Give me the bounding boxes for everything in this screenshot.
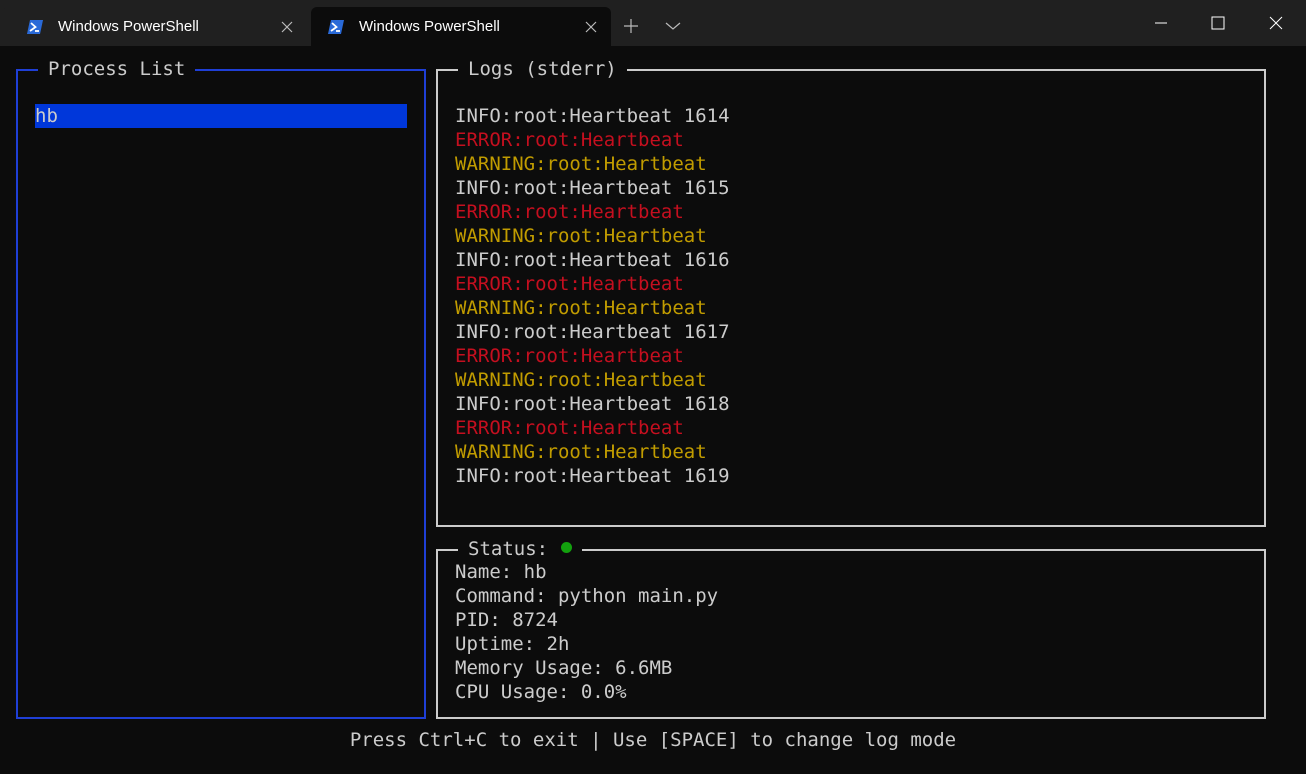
tab-close-icon[interactable] [571, 12, 611, 42]
powershell-icon [328, 19, 344, 34]
new-tab-icon[interactable] [616, 12, 646, 40]
tab-powershell-1[interactable]: Windows PowerShell [2, 7, 307, 46]
log-line-error: ERROR:root:Heartbeat [455, 129, 684, 151]
log-line-info: INFO:root:Heartbeat 1617 [455, 321, 730, 343]
log-line-info: INFO:root:Heartbeat 1618 [455, 393, 730, 415]
powershell-icon [27, 19, 43, 34]
status-command: Command: python main.py [455, 585, 719, 607]
log-line-info: INFO:root:Heartbeat 1614 [455, 105, 730, 127]
process-list-title: Process List [38, 57, 196, 81]
log-line-warning: WARNING:root:Heartbeat [455, 369, 707, 391]
status-cpu: CPU Usage: 0.0% [455, 681, 627, 703]
log-line-warning: WARNING:root:Heartbeat [455, 225, 707, 247]
log-line-info: INFO:root:Heartbeat 1619 [455, 465, 730, 487]
log-line-warning: WARNING:root:Heartbeat [455, 441, 707, 463]
tab-powershell-2[interactable]: Windows PowerShell [311, 7, 611, 46]
tab-close-icon[interactable] [267, 12, 307, 42]
footer-hint: Press Ctrl+C to exit | Use [SPACE] to ch… [349, 729, 957, 751]
log-line-warning: WARNING:root:Heartbeat [455, 297, 707, 319]
status-indicator-icon [561, 542, 573, 553]
dropdown-chevron-icon[interactable] [658, 12, 688, 40]
log-line-error: ERROR:root:Heartbeat [455, 417, 684, 439]
log-line-error: ERROR:root:Heartbeat [455, 345, 684, 367]
status-memory: Memory Usage: 6.6MB [455, 657, 673, 679]
minimize-icon[interactable] [1144, 8, 1178, 38]
log-line-warning: WARNING:root:Heartbeat [455, 153, 707, 175]
tab-title: Windows PowerShell [359, 18, 500, 35]
status-pid: PID: 8724 [455, 609, 558, 631]
log-line-error: ERROR:root:Heartbeat [455, 273, 684, 295]
log-line-info: INFO:root:Heartbeat 1615 [455, 177, 730, 199]
title-bar: Windows PowerShell Windows PowerShell [0, 0, 1306, 46]
process-item-selected[interactable]: hb [35, 104, 407, 128]
status-uptime: Uptime: 2h [455, 633, 570, 655]
maximize-icon[interactable] [1201, 8, 1235, 38]
status-title: Status: [458, 537, 583, 561]
status-name: Name: hb [455, 561, 547, 583]
log-line-error: ERROR:root:Heartbeat [455, 201, 684, 223]
tab-title: Windows PowerShell [58, 18, 199, 35]
log-line-info: INFO:root:Heartbeat 1616 [455, 249, 730, 271]
close-window-icon[interactable] [1259, 8, 1293, 38]
process-list-panel: Process List [16, 57, 426, 719]
logs-title: Logs (stderr) [458, 57, 627, 81]
